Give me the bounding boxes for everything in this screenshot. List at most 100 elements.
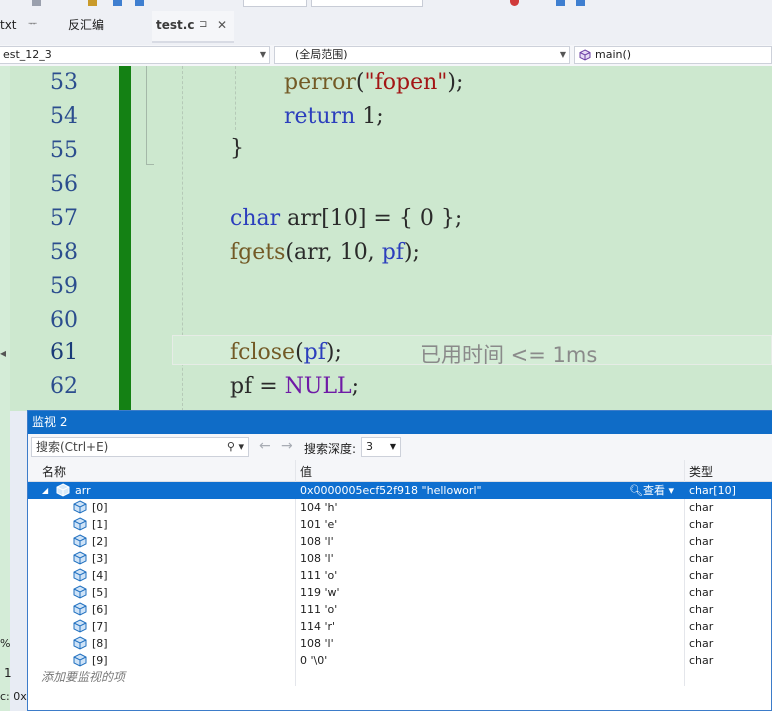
line-number: 58 [50,240,78,265]
watch-value: 104 'h' [300,501,338,514]
code-line-62: pf = NULL; [230,374,359,399]
toolbar-icon[interactable] [556,0,565,6]
watch-search-input[interactable]: 搜索(Ctrl+E) ⚲ ▾ [31,437,249,457]
view-button[interactable]: 查看 ▾ [643,482,674,499]
line-number: 54 [50,104,78,129]
toolbar-dropdown[interactable] [243,0,307,7]
watch-name: [7] [92,620,108,633]
watch-value: 108 'l' [300,637,334,650]
watch-type: char [689,552,714,565]
watch-row[interactable]: [9] 0 '\0' char [28,652,772,669]
watch-value: 111 'o' [300,569,338,582]
panel-fragment: 1 [4,666,12,680]
line-number: 59 [50,274,78,299]
watch-name: [5] [92,586,108,599]
code-text: arr[10] = { 0 }; [280,206,463,231]
code-variable: pf [230,374,253,399]
variable-icon [73,602,87,616]
close-tab-icon[interactable]: ✕ [217,14,227,36]
watch-row[interactable]: [1] 101 'e' char [28,516,772,533]
method-cube-icon [579,49,591,61]
tab-txt[interactable]: txt [0,14,17,36]
watch-row[interactable]: [7] 114 'r' char [28,618,772,635]
keep-open-icon[interactable]: ⊐ [199,14,207,36]
project-dropdown[interactable]: est_12_3 ▼ [0,46,270,64]
variable-icon [73,585,87,599]
active-tab-label: test.c [156,18,195,32]
toolbar-icon[interactable] [113,0,122,6]
watch-type: char[10] [689,484,736,497]
watch-name: [8] [92,637,108,650]
watch-type: char [689,654,714,667]
variable-icon [73,568,87,582]
margin-marker: ◂ [0,346,7,360]
toolbar-icon[interactable] [88,0,97,6]
scope-dropdown[interactable]: (全局范围) ▼ [274,46,570,64]
column-name-header[interactable]: 名称 [42,463,66,480]
panel-fragment: c: 0x [0,690,27,703]
watch-value: 111 'o' [300,603,338,616]
code-text: ( [295,340,304,365]
variable-icon [56,483,70,497]
tab-label: 反汇编 [68,18,105,32]
chevron-down-icon: ▼ [259,50,266,59]
code-string: "fopen" [364,70,448,95]
line-number: 60 [50,308,78,333]
code-line-54: return 1; [284,104,384,129]
elapsed-time-hint: 已用时间 <= 1ms [420,343,598,367]
code-punct: ( [355,70,365,95]
back-arrow-icon[interactable]: ← [259,438,271,454]
watch-type: char [689,501,714,514]
variable-icon [73,500,87,514]
watch-row[interactable]: [6] 111 'o' char [28,601,772,618]
add-watch-row[interactable]: 添加要监视的项 [28,669,772,686]
watch-type: char [689,569,714,582]
watch-row[interactable]: [5] 119 'w' char [28,584,772,601]
search-depth-label: 搜索深度: [304,442,357,456]
project-label: est_12_3 [3,48,52,61]
tab-disassembly[interactable]: 反汇编 [68,14,104,36]
watch-value: 108 'l' [300,552,334,565]
watch-name: [4] [92,569,108,582]
watch-value: 108 'l' [300,535,334,548]
member-dropdown[interactable]: main() [574,46,772,64]
change-tracking-bar [119,66,131,411]
collapse-triangle-icon[interactable]: ◢ [42,482,48,499]
code-line-55: } [230,136,244,161]
line-number: 53 [50,70,78,95]
watch-type: char [689,535,714,548]
chevron-down-icon: ▼ [559,50,566,59]
forward-arrow-icon[interactable]: → [281,438,293,454]
watch-row[interactable]: [3] 108 'l' char [28,550,772,567]
watch-title-bar[interactable]: 监视 2 [28,411,772,434]
code-text: ; [351,374,360,399]
watch-row[interactable]: [2] 108 'l' char [28,533,772,550]
watch-type: char [689,620,714,633]
code-text: (arr, 10, [285,240,382,265]
watch-name: [2] [92,535,108,548]
toolbar-icon[interactable] [32,0,41,6]
code-text: ); [325,340,342,365]
toolbar-icon[interactable] [576,0,585,6]
column-type-header[interactable]: 类型 [689,463,713,480]
line-number: 62 [50,374,78,399]
watch-row[interactable]: [4] 111 'o' char [28,567,772,584]
code-keyword: return [284,104,356,129]
editor-margin [0,66,10,711]
watch-row[interactable]: [0] 104 'h' char [28,499,772,516]
watch-name: [0] [92,501,108,514]
code-line-57: char arr[10] = { 0 }; [230,206,462,231]
code-text: ); [403,240,420,265]
search-depth-dropdown[interactable]: 3 ▼ [361,437,401,457]
magnifier-icon[interactable]: 🔍︎ [629,482,643,499]
toolbar-icon[interactable] [135,0,144,6]
watch-column-header [28,460,772,482]
watch-row-arr[interactable]: ◢ arr 0x0000005ecf52f918 "helloworl" 🔍︎ … [28,482,772,499]
search-icon[interactable]: ⚲ ▾ [227,438,244,456]
column-value-header[interactable]: 值 [300,463,312,480]
toolbar-dropdown[interactable] [311,0,423,7]
pin-icon[interactable]: ᅲ [28,14,37,36]
zoom-level-fragment[interactable]: % [0,637,10,650]
watch-row[interactable]: [8] 108 'l' char [28,635,772,652]
scope-label: (全局范围) [295,48,348,61]
